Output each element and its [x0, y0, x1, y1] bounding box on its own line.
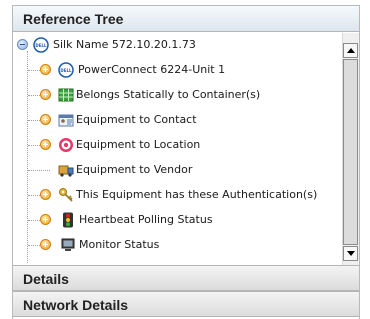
scroll-down-button[interactable] — [343, 246, 358, 261]
expand-toggle-icon[interactable] — [40, 114, 51, 125]
contact-card-icon — [58, 114, 74, 127]
scroll-up-button[interactable] — [343, 43, 358, 58]
reference-tree-header[interactable]: Reference Tree — [13, 6, 359, 32]
tree-node-label: Belongs Statically to Container(s) — [76, 88, 261, 101]
tree-connector — [28, 120, 40, 121]
tree-node-label: Silk Name 572.10.20.1.73 — [53, 38, 196, 51]
tree-node-label: This Equipment has these Authentication(… — [76, 188, 318, 201]
svg-text:DELL: DELL — [60, 68, 72, 73]
tree-node-label: PowerConnect 6224-Unit 1 — [78, 63, 226, 76]
collapse-toggle-icon[interactable] — [17, 39, 28, 50]
reference-tree: DELL Silk Name 572.10.20.1.73 DELL Power… — [13, 33, 340, 265]
tree-connector — [28, 170, 50, 171]
traffic-light-icon — [63, 212, 73, 228]
expand-toggle-icon[interactable] — [40, 64, 51, 75]
location-target-icon — [59, 138, 73, 152]
svg-text:DELL: DELL — [35, 43, 47, 48]
tree-connector — [28, 245, 40, 246]
key-icon — [59, 188, 73, 202]
network-details-header[interactable]: Network Details — [13, 291, 359, 317]
reference-panel: Reference Tree DELL Silk Name 572.10.20.… — [12, 5, 360, 319]
expand-toggle-icon[interactable] — [40, 89, 51, 100]
tree-node-label: Equipment to Location — [76, 138, 201, 151]
monitor-status-icon — [61, 238, 75, 251]
dell-logo-icon: DELL — [58, 62, 74, 78]
tree-connector — [28, 220, 40, 221]
tree-node-label: Heartbeat Polling Status — [79, 213, 213, 226]
tree-node-label: Equipment to Vendor — [76, 163, 193, 176]
expand-toggle-icon[interactable] — [40, 139, 51, 150]
expand-toggle-icon[interactable] — [40, 214, 51, 225]
tree-guide-line — [27, 51, 28, 263]
tree-node-label: Equipment to Contact — [76, 113, 197, 126]
dell-logo-icon: DELL — [33, 37, 49, 53]
tree-node-label: Monitor Status — [79, 238, 160, 251]
tree-connector — [28, 95, 40, 96]
tree-connector — [28, 195, 40, 196]
vendor-truck-icon — [58, 165, 74, 177]
scroll-thumb[interactable] — [343, 59, 358, 245]
expand-toggle-icon[interactable] — [40, 239, 51, 250]
expand-toggle-icon[interactable] — [40, 189, 51, 200]
grid-container-icon — [58, 88, 74, 102]
details-header[interactable]: Details — [13, 265, 359, 291]
tree-connector — [28, 70, 40, 71]
tree-scrollbar[interactable] — [342, 33, 359, 265]
tree-connector — [28, 145, 40, 146]
